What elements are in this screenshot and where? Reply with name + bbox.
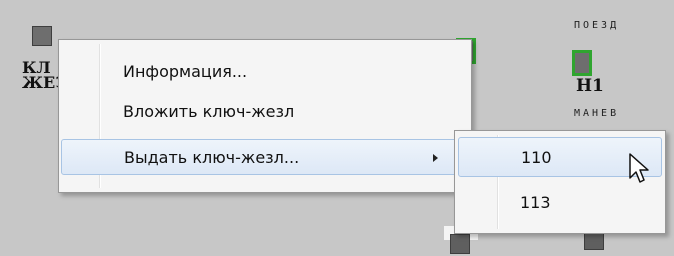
- signal-indicator-bottom-left[interactable]: [450, 234, 470, 254]
- signal-label-n1: Н1: [576, 76, 604, 96]
- submenu-item-110-label: 110: [521, 148, 552, 167]
- submenu-item-113-label: 113: [520, 193, 551, 212]
- menu-item-insert-key-rod[interactable]: Вложить ключ-жезл: [61, 94, 469, 130]
- submenu-item-113[interactable]: 113: [458, 183, 662, 223]
- menu-item-issue-key-rod-label: Выдать ключ-жезл...: [124, 148, 300, 167]
- train-routes-header: ПОЕЗД: [574, 20, 620, 31]
- context-menu: Информация... Вложить ключ-жезл Выдать к…: [58, 39, 472, 193]
- menu-item-info[interactable]: Информация...: [61, 54, 469, 90]
- chevron-right-icon: [433, 154, 438, 162]
- signal-indicator-n1[interactable]: [572, 50, 592, 76]
- menu-item-insert-key-rod-label: Вложить ключ-жезл: [123, 102, 295, 121]
- menu-item-issue-key-rod[interactable]: Выдать ключ-жезл...: [61, 139, 469, 175]
- mouse-cursor-icon: [629, 153, 649, 183]
- shunting-routes-header: МАНЕВ: [574, 108, 620, 119]
- key-rod-indicator[interactable]: [32, 26, 52, 46]
- menu-item-info-label: Информация...: [123, 62, 248, 81]
